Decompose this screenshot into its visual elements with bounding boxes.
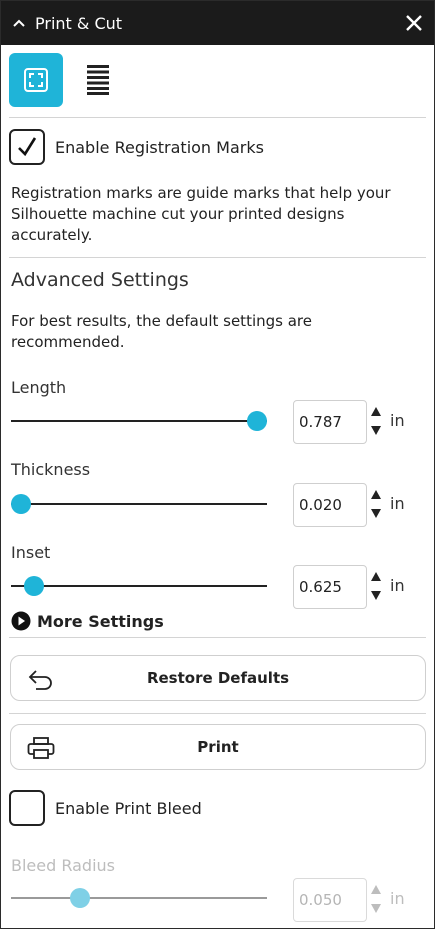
bleed-radius-input[interactable] — [293, 878, 367, 922]
inset-unit: in — [390, 576, 405, 595]
enable-print-bleed-label: Enable Print Bleed — [55, 798, 202, 818]
thickness-spinner-icon[interactable] — [370, 487, 382, 521]
panel-tabs — [9, 53, 125, 107]
checkmark-icon — [18, 137, 37, 157]
slider-track — [11, 420, 267, 422]
slider-thumb[interactable] — [70, 888, 91, 908]
enable-registration-marks-label: Enable Registration Marks — [55, 137, 264, 157]
panel-titlebar: Print & Cut — [1, 1, 434, 45]
restore-defaults-button[interactable]: Restore Defaults — [10, 655, 426, 701]
thickness-unit: in — [390, 494, 405, 513]
thickness-slider[interactable] — [11, 492, 267, 516]
inset-spinner-icon[interactable] — [370, 569, 382, 603]
slider-thumb[interactable] — [11, 494, 32, 514]
length-spinner-icon[interactable] — [370, 404, 382, 438]
divider — [9, 117, 426, 118]
thickness-input[interactable] — [293, 483, 367, 527]
thickness-label: Thickness — [11, 460, 91, 479]
list-lines-icon — [87, 65, 109, 95]
print-button[interactable]: Print — [10, 724, 426, 770]
collapse-chevron-icon[interactable] — [11, 15, 27, 31]
divider — [9, 713, 426, 714]
bleed-radius-spinner-icon[interactable] — [370, 882, 382, 916]
length-unit: in — [390, 411, 405, 430]
slider-thumb[interactable] — [24, 576, 45, 596]
more-settings-label: More Settings — [37, 611, 164, 631]
registration-marks-icon — [24, 68, 48, 92]
divider — [9, 257, 426, 258]
slider-track — [11, 897, 267, 899]
print-label: Print — [197, 738, 239, 756]
length-label: Length — [11, 378, 67, 397]
enable-print-bleed-checkbox[interactable] — [9, 790, 45, 826]
print-and-cut-panel: Print & Cut Enable Registration Marks Re… — [0, 0, 435, 929]
length-input[interactable] — [293, 400, 367, 444]
slider-thumb[interactable] — [246, 411, 267, 431]
inset-input[interactable] — [293, 565, 367, 609]
slider-track — [11, 503, 267, 505]
tab-registration-marks[interactable] — [9, 53, 63, 107]
more-settings-toggle[interactable]: More Settings — [11, 611, 164, 631]
bleed-radius-unit: in — [390, 889, 405, 908]
inset-label: Inset — [11, 543, 51, 562]
advanced-settings-note: For best results, the default settings a… — [11, 312, 312, 351]
bleed-radius-slider[interactable] — [11, 886, 267, 910]
tab-list-view[interactable] — [71, 53, 125, 107]
divider — [9, 637, 426, 638]
enable-registration-marks-checkbox[interactable] — [9, 129, 45, 165]
enable-registration-marks-row: Enable Registration Marks — [9, 129, 264, 165]
restore-defaults-label: Restore Defaults — [146, 669, 290, 687]
play-circle-icon — [11, 611, 31, 631]
length-slider[interactable] — [11, 409, 267, 433]
advanced-settings-heading: Advanced Settings — [11, 269, 189, 291]
close-icon[interactable] — [404, 13, 424, 33]
bleed-radius-label: Bleed Radius — [11, 856, 115, 875]
enable-print-bleed-row: Enable Print Bleed — [9, 790, 202, 826]
registration-description: Registration marks are guide marks that … — [11, 184, 391, 244]
inset-slider[interactable] — [11, 574, 267, 598]
slider-track — [11, 585, 267, 587]
panel-title: Print & Cut — [35, 13, 123, 33]
